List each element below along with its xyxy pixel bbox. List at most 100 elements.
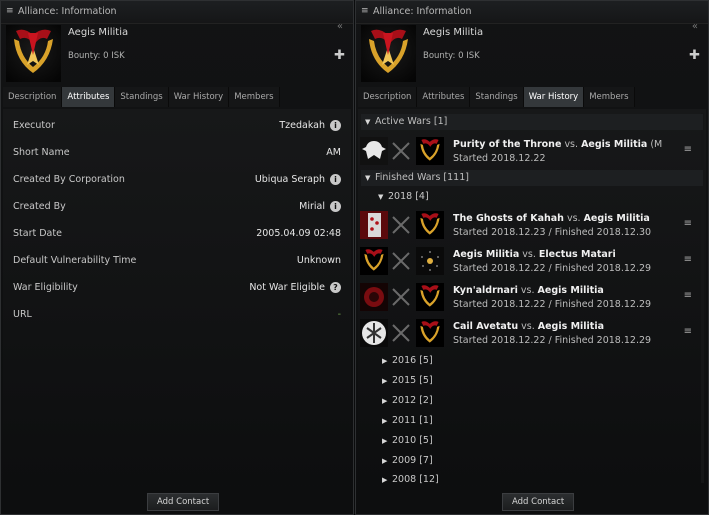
defender-name[interactable]: Aegis Militia: [584, 213, 650, 224]
tab-war-history[interactable]: War History: [168, 87, 230, 107]
war-title: Cail Avetatu vs. Aegis Militia: [453, 321, 604, 332]
tab-members[interactable]: Members: [229, 87, 280, 107]
year-label: 2016 [5]: [392, 355, 433, 366]
attribute-value: Unknown: [296, 255, 341, 266]
tab-bar: Description Attributes Standings War His…: [358, 87, 635, 107]
tab-attributes[interactable]: Attributes: [62, 87, 116, 107]
attacker-name[interactable]: Kyn'aldrnari: [453, 285, 518, 296]
defender-logo[interactable]: [416, 211, 444, 239]
war-dates: Started 2018.12.23 / Finished 2018.12.30: [453, 227, 652, 238]
attribute-value: Not War Eligible: [249, 282, 325, 293]
tab-war-history[interactable]: War History: [523, 87, 585, 107]
tab-standings[interactable]: Standings: [470, 87, 524, 107]
attacker-logo[interactable]: [360, 137, 388, 165]
info-icon[interactable]: i: [330, 201, 341, 212]
hamburger-menu-icon[interactable]: ≡: [6, 6, 15, 16]
attribute-value[interactable]: -: [338, 308, 341, 322]
attacker-name[interactable]: Purity of the Throne: [453, 139, 561, 150]
war-entry[interactable]: Kyn'aldrnari vs. Aegis Militia Started 2…: [360, 283, 704, 317]
war-title: Kyn'aldrnari vs. Aegis Militia: [453, 285, 604, 296]
collapsed-triangle-icon: ▶: [382, 397, 388, 405]
add-contact-button[interactable]: Add Contact: [147, 493, 220, 511]
year-label: 2009 [7]: [392, 455, 433, 466]
attribute-row-war-eligibility: War Eligibility Not War Eligible ?: [13, 281, 341, 295]
collapsed-triangle-icon: ▶: [382, 437, 388, 445]
war-suffix: (M: [650, 139, 663, 150]
hamburger-menu-icon[interactable]: ≡: [684, 144, 692, 155]
tab-bar: Description Attributes Standings War His…: [3, 87, 280, 107]
hamburger-menu-icon[interactable]: ≡: [361, 6, 370, 16]
war-entry[interactable]: Purity of the Throne vs. Aegis Militia (…: [360, 137, 704, 171]
tab-description[interactable]: Description: [358, 87, 418, 107]
attacker-logo[interactable]: [360, 247, 388, 275]
window-titlebar[interactable]: ≡ Alliance: Information: [1, 1, 353, 24]
tab-standings[interactable]: Standings: [115, 87, 169, 107]
collapsed-triangle-icon: ▶: [382, 476, 388, 484]
attribute-value[interactable]: Ubiqua Seraph: [255, 173, 325, 187]
attacker-name[interactable]: Aegis Militia: [453, 249, 519, 260]
attribute-row-start-date: Start Date 2005.04.09 02:48: [13, 227, 341, 241]
year-label: 2010 [5]: [392, 435, 433, 446]
attribute-row-url: URL -: [13, 308, 341, 322]
info-icon[interactable]: i: [330, 174, 341, 185]
double-chevron-icon[interactable]: «: [692, 21, 698, 32]
year-group[interactable]: ▶ 2008 [12]: [382, 473, 439, 487]
finished-wars-header[interactable]: ▼ Finished Wars [111]: [361, 170, 703, 186]
defender-logo[interactable]: [416, 247, 444, 275]
active-wars-header[interactable]: ▼ Active Wars [1]: [361, 114, 703, 130]
plus-icon[interactable]: ✚: [689, 48, 700, 63]
alliance-info-window-war-history: ≡ Alliance: Information « ✚ Aegis Militi…: [355, 0, 709, 515]
year-group[interactable]: ▶ 2012 [2]: [382, 394, 433, 408]
attribute-label: War Eligibility: [13, 282, 78, 293]
year-label: 2008 [12]: [392, 474, 439, 485]
window-titlebar[interactable]: ≡ Alliance: Information: [356, 1, 708, 24]
hamburger-menu-icon[interactable]: ≡: [684, 290, 692, 301]
attacker-logo[interactable]: [360, 283, 388, 311]
defender-name[interactable]: Aegis Militia: [581, 139, 647, 150]
hamburger-menu-icon[interactable]: ≡: [684, 218, 692, 229]
year-group[interactable]: ▶ 2009 [7]: [382, 454, 433, 468]
crossed-swords-icon: [392, 142, 410, 160]
year-group-2018[interactable]: ▼ 2018 [4]: [378, 190, 429, 204]
defender-logo[interactable]: [416, 137, 444, 165]
add-contact-button[interactable]: Add Contact: [502, 493, 575, 511]
year-group[interactable]: ▶ 2011 [1]: [382, 414, 433, 428]
tab-members[interactable]: Members: [584, 87, 635, 107]
war-entry[interactable]: The Ghosts of Kahah vs. Aegis Militia St…: [360, 211, 704, 245]
war-entry[interactable]: Cail Avetatu vs. Aegis Militia Started 2…: [360, 319, 704, 353]
alliance-logo[interactable]: [361, 25, 416, 82]
defender-logo[interactable]: [416, 283, 444, 311]
defender-name[interactable]: Aegis Militia: [538, 321, 604, 332]
attribute-label: Default Vulnerability Time: [13, 255, 137, 266]
alliance-info-window-attributes: ≡ Alliance: Information « ✚ Aegis Militi…: [0, 0, 354, 515]
attribute-label: Created By: [13, 201, 66, 212]
hamburger-menu-icon[interactable]: ≡: [684, 254, 692, 265]
attribute-value[interactable]: Tzedakah: [279, 119, 325, 133]
crossed-swords-icon: [392, 216, 410, 234]
year-group[interactable]: ▶ 2015 [5]: [382, 374, 433, 388]
attribute-label: Start Date: [13, 228, 62, 239]
tab-description[interactable]: Description: [3, 87, 63, 107]
attacker-name[interactable]: Cail Avetatu: [453, 321, 518, 332]
double-chevron-icon[interactable]: «: [337, 21, 343, 32]
year-group[interactable]: ▶ 2016 [5]: [382, 354, 433, 368]
hamburger-menu-icon[interactable]: ≡: [684, 326, 692, 337]
bounty-label: Bounty: 0 ISK: [423, 51, 480, 61]
help-icon[interactable]: ?: [330, 282, 341, 293]
defender-name[interactable]: Aegis Militia: [538, 285, 604, 296]
war-title: Purity of the Throne vs. Aegis Militia (…: [453, 139, 662, 150]
attacker-logo[interactable]: [360, 211, 388, 239]
war-entry[interactable]: Aegis Militia vs. Electus Matari Started…: [360, 247, 704, 281]
plus-icon[interactable]: ✚: [334, 48, 345, 63]
attacker-name[interactable]: The Ghosts of Kahah: [453, 213, 564, 224]
defender-logo[interactable]: [416, 319, 444, 347]
expanded-triangle-icon: ▼: [378, 193, 384, 201]
info-icon[interactable]: i: [330, 120, 341, 131]
year-group[interactable]: ▶ 2010 [5]: [382, 434, 433, 448]
defender-name[interactable]: Electus Matari: [539, 249, 616, 260]
attribute-value[interactable]: Mirial: [299, 200, 325, 214]
alliance-logo[interactable]: [6, 25, 61, 82]
attacker-logo[interactable]: [360, 319, 388, 347]
year-label: 2015 [5]: [392, 375, 433, 386]
tab-attributes[interactable]: Attributes: [417, 87, 471, 107]
